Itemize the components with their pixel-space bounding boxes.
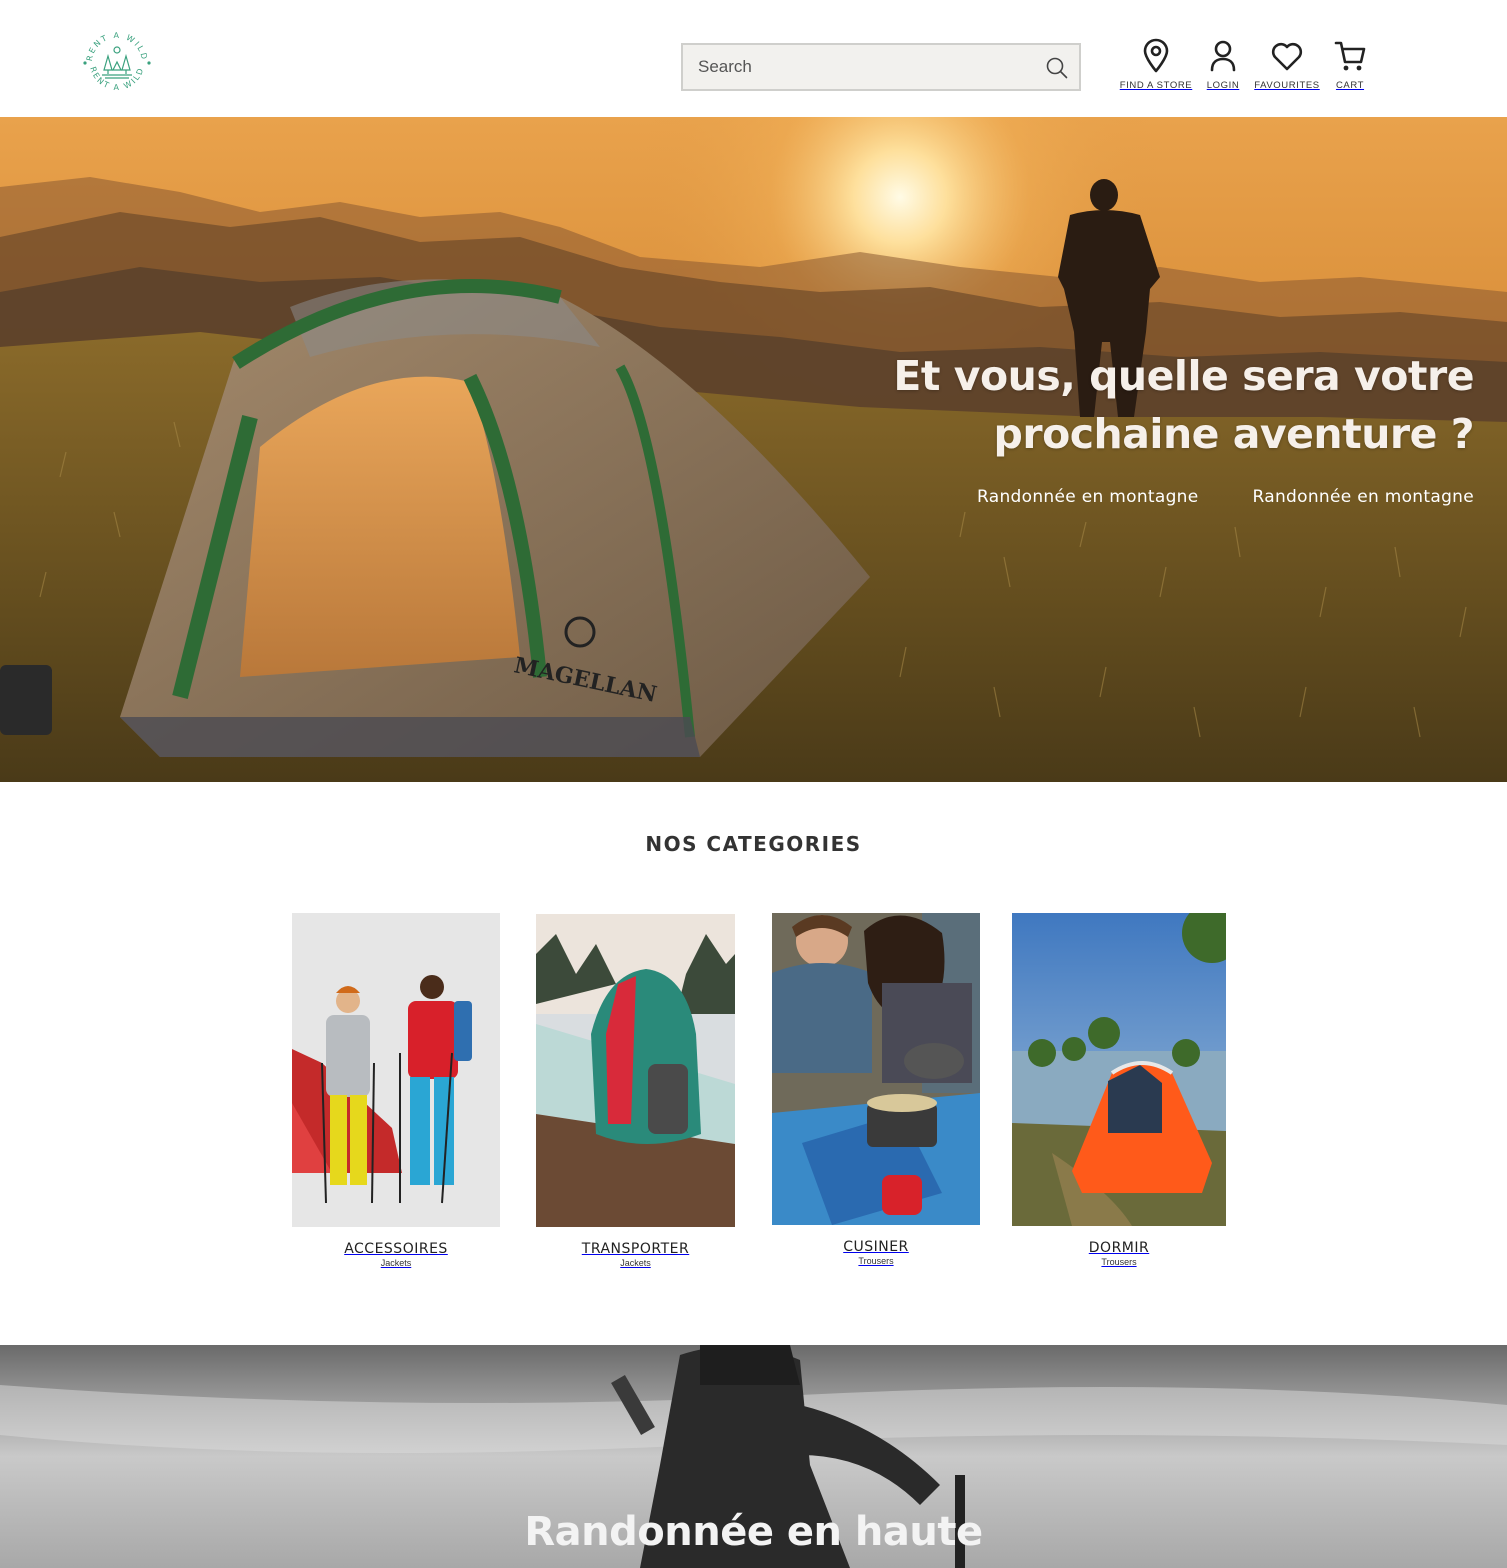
heart-icon	[1271, 42, 1303, 71]
nav-find-store[interactable]: FIND A STORE	[1118, 38, 1194, 91]
nav-login[interactable]: LOGIN	[1202, 38, 1244, 91]
category-name: CUSINER	[843, 1239, 909, 1255]
nav-label: FAVOURITES	[1254, 80, 1320, 91]
category-card-accessoires[interactable]: ACCESSOIRES Jackets	[292, 913, 500, 1268]
category-image	[772, 913, 980, 1225]
map-pin-icon	[1143, 38, 1169, 73]
hero-banner: MAGELLAN Et vous, quelle sera votre proc…	[0, 117, 1507, 782]
cart-icon	[1334, 41, 1366, 71]
category-name: TRANSPORTER	[581, 1241, 690, 1257]
hero-link-mountain-hike[interactable]: Randonnée en montagne	[1253, 487, 1474, 507]
nav-label: FIND A STORE	[1119, 80, 1193, 91]
nav-label: LOGIN	[1206, 80, 1240, 91]
category-subtitle: Jackets	[380, 1258, 412, 1268]
category-card-transporter[interactable]: TRANSPORTER Jackets	[536, 914, 735, 1268]
hero-link-mountain-hike[interactable]: Randonnée en montagne	[977, 487, 1198, 507]
category-card-dormir[interactable]: DORMIR Trousers	[1012, 913, 1226, 1267]
hero-title: Et vous, quelle sera votre prochaine ave…	[774, 347, 1474, 463]
search-icon[interactable]	[1045, 56, 1069, 80]
logo-emblem: RENT A WILD RENT A WILD	[83, 31, 151, 92]
category-subtitle: Trousers	[1101, 1257, 1137, 1267]
search-bar	[681, 43, 1081, 91]
brand-logo[interactable]: RENT A WILD RENT A WILD	[80, 26, 154, 100]
hero-title-line1: Et vous, quelle sera votre	[893, 352, 1474, 400]
nav-label: CART	[1335, 80, 1365, 91]
categories-title: NOS CATEGORIES	[645, 832, 862, 856]
hero-links: Randonnée en montagne Randonnée en monta…	[977, 487, 1474, 507]
banner-title: Randonnée en haute	[524, 1509, 983, 1555]
category-name: ACCESSOIRES	[344, 1241, 448, 1257]
site-header: RENT A WILD RENT A WILD FIND A	[0, 0, 1507, 117]
category-subtitle: Jackets	[620, 1258, 651, 1268]
category-name: DORMIR	[1088, 1240, 1150, 1256]
category-image	[536, 914, 735, 1227]
search-input[interactable]	[683, 45, 1043, 89]
nav-favourites[interactable]: FAVOURITES	[1254, 38, 1320, 91]
category-card-cusiner[interactable]: CUSINER Trousers	[772, 913, 980, 1266]
hiking-banner: Randonnée en haute	[0, 1345, 1507, 1568]
hero-title-line2: prochaine aventure ?	[993, 410, 1475, 458]
category-image	[1012, 913, 1226, 1226]
category-subtitle: Trousers	[858, 1256, 894, 1266]
nav-cart[interactable]: CART	[1330, 38, 1370, 91]
user-icon	[1210, 40, 1236, 72]
category-image	[292, 913, 500, 1227]
